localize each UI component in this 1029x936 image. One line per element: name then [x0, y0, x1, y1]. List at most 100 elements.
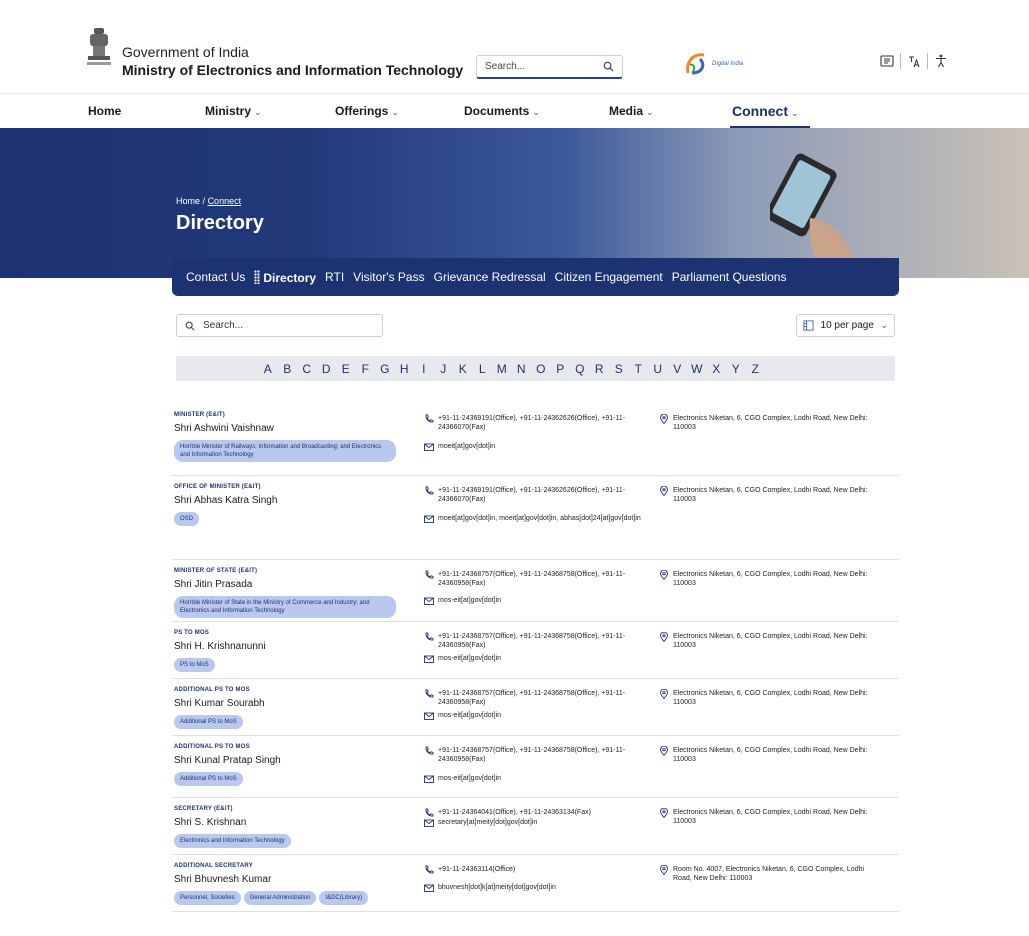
page-title: Directory [176, 212, 264, 234]
alphabet-letter[interactable]: M [492, 362, 512, 376]
search-icon[interactable] [603, 61, 614, 72]
alphabet-letter[interactable]: J [434, 362, 454, 376]
entry-address: Electronics Niketan, 6, CGO Complex, Lod… [659, 746, 881, 765]
mail-icon [424, 775, 434, 783]
alphabet-letter[interactable]: K [453, 362, 473, 376]
alphabet-letter[interactable]: T [629, 362, 649, 376]
role-tag[interactable]: Electronics and Information Technology [174, 834, 291, 849]
language-icon[interactable] [907, 54, 921, 68]
ministry-title[interactable]: Ministry of Electronics and Information … [122, 62, 463, 78]
tab-citizen-engagement[interactable]: Citizen Engagement [555, 270, 663, 284]
role-tag[interactable]: PS to MoS [174, 658, 215, 673]
role-tag[interactable]: Hon'ble Minister of Railways; Informatio… [174, 440, 396, 463]
tab-parliament-questions[interactable]: Parliament Questions [672, 270, 787, 284]
role-tag[interactable]: I&DC(Library) [319, 891, 369, 906]
alphabet-letter[interactable]: I [414, 362, 434, 376]
entry-phone[interactable]: +91-11-24369191(Office), +91-11-24362626… [424, 414, 650, 433]
tab-rti[interactable]: RTI [325, 270, 344, 284]
entry-phone[interactable]: +91-11-24368757(Office), +91-11-24368758… [424, 570, 650, 589]
per-page-select[interactable]: 10 per page ⌄ [796, 314, 895, 337]
alphabet-letter[interactable]: V [668, 362, 688, 376]
entry-phone-text: +91-11-24363114(Office) [438, 866, 516, 873]
nav-item-ministry[interactable]: Ministry ⌄ [205, 104, 262, 118]
entry-tags: PS to MoS [174, 658, 396, 673]
entry-phone-text: +91-11-24368757(Office), +91-11-24368758… [438, 747, 626, 764]
tab-contact-us[interactable]: Contact Us [186, 270, 245, 284]
entry-email[interactable]: moeit[at]gov[dot]in [424, 442, 650, 451]
nav-item-documents[interactable]: Documents ⌄ [464, 104, 540, 118]
nav-item-home[interactable]: Home [88, 104, 121, 118]
entry-email[interactable]: mos-eit[at]gov[dot]in [424, 711, 650, 720]
entry-phone[interactable]: +91-11-24368757(Office), +91-11-24368758… [424, 632, 650, 651]
mail-icon [424, 884, 434, 892]
breadcrumb-connect[interactable]: Connect [208, 196, 242, 206]
nav-label: Media [609, 104, 644, 118]
sitemap-icon[interactable] [880, 54, 894, 68]
header-search-placeholder: Search... [485, 61, 526, 72]
phone-icon [425, 689, 434, 698]
entry-name: Shri Kumar Sourabh [174, 698, 265, 709]
directory-list: MINISTER (E&IT) Shri Ashwini Vaishnaw Hon'… [172, 404, 899, 912]
alphabet-letter[interactable]: B [278, 362, 298, 376]
role-tag[interactable]: OSD [174, 512, 200, 527]
alphabet-letter[interactable]: Y [726, 362, 746, 376]
entry-phone[interactable]: +91-11-24368757(Office), +91-11-24368758… [424, 746, 650, 765]
role-tag[interactable]: Additional PS to MoS [174, 715, 243, 730]
entry-email[interactable]: bhuvnesh[dot]k[at]meity[dot]gov[dot]in [424, 883, 650, 892]
alphabet-letter[interactable]: Z [746, 362, 766, 376]
entry-phone[interactable]: +91-11-24363114(Office) [424, 865, 650, 874]
alphabet-letter[interactable]: X [707, 362, 727, 376]
nav-label: Connect [732, 103, 788, 119]
header-search-input[interactable]: Search... [476, 55, 623, 79]
tab-visitors-pass[interactable]: Visitor's Pass [353, 270, 424, 284]
entry-designation: MINISTER (E&IT) [174, 412, 225, 418]
nav-item-connect[interactable]: Connect ⌄ [732, 103, 799, 119]
alphabet-letter[interactable]: W [687, 362, 707, 376]
role-tag[interactable]: Additional PS to MoS [174, 772, 243, 787]
entry-phone[interactable]: +91-11-24368757(Office), +91-11-24368758… [424, 689, 650, 708]
alphabet-letter[interactable]: D [317, 362, 337, 376]
nav-label: Offerings [335, 104, 389, 118]
digital-india-logo[interactable]: Digital India [684, 50, 754, 78]
entry-phone[interactable]: +91-11-24369191(Office), +91-11-24362626… [424, 486, 650, 505]
entry-address-text: Electronics Niketan, 6, CGO Complex, Lod… [673, 809, 868, 826]
tab-grievance-redressal[interactable]: Grievance Redressal [434, 270, 546, 284]
role-tag[interactable]: Personnel, Societies [174, 891, 241, 906]
entry-email[interactable]: mos-eit[at]gov[dot]in [424, 654, 650, 663]
tab-directory[interactable]: Directory [254, 269, 317, 285]
nav-item-offerings[interactable]: Offerings ⌄ [335, 104, 399, 118]
national-emblem-logo[interactable] [84, 26, 114, 68]
entry-phone[interactable]: +91-11-24364041(Office), +91-11-24363134… [424, 808, 650, 817]
alphabet-letter[interactable]: F [356, 362, 376, 376]
accessibility-icon[interactable] [934, 54, 948, 68]
alphabet-letter[interactable]: C [297, 362, 317, 376]
alphabet-letter[interactable]: O [531, 362, 551, 376]
entry-address: Electronics Niketan, 6, CGO Complex, Lod… [659, 689, 881, 708]
alphabet-letter[interactable]: G [375, 362, 395, 376]
alphabet-letter[interactable]: R [590, 362, 610, 376]
entry-email[interactable]: mos-eit[at]gov[dot]in [424, 774, 650, 783]
breadcrumb: Home / Connect [176, 196, 241, 206]
role-tag[interactable]: Hon'ble Minister of State in the Ministr… [174, 596, 396, 619]
alphabet-letter[interactable]: E [336, 362, 356, 376]
alphabet-letter[interactable]: H [395, 362, 415, 376]
directory-search-input[interactable]: Search... [176, 314, 383, 337]
entry-email[interactable]: secretary[at]meity[dot]gov[dot]in [424, 818, 650, 827]
alphabet-letter[interactable]: U [648, 362, 668, 376]
alphabet-letter[interactable]: P [551, 362, 571, 376]
role-tag[interactable]: General Administration [243, 891, 317, 906]
breadcrumb-separator: / [202, 196, 206, 206]
entry-email-text: secretary[at]meity[dot]gov[dot]in [438, 819, 538, 826]
drag-handle-icon [254, 269, 261, 284]
location-icon [660, 865, 668, 875]
entry-email[interactable]: mos-eit[at]gov[dot]in [424, 596, 650, 605]
nav-item-media[interactable]: Media ⌄ [609, 104, 654, 118]
breadcrumb-home[interactable]: Home [176, 196, 200, 206]
entry-email[interactable]: moeit[at]gov[dot]in, moeit[at]gov[dot]in… [424, 514, 650, 523]
alphabet-letter[interactable]: Q [570, 362, 590, 376]
alphabet-letter[interactable]: N [512, 362, 532, 376]
tab-directory-label: Directory [263, 270, 317, 285]
alphabet-letter[interactable]: A [258, 362, 278, 376]
alphabet-letter[interactable]: L [473, 362, 493, 376]
alphabet-letter[interactable]: S [609, 362, 629, 376]
